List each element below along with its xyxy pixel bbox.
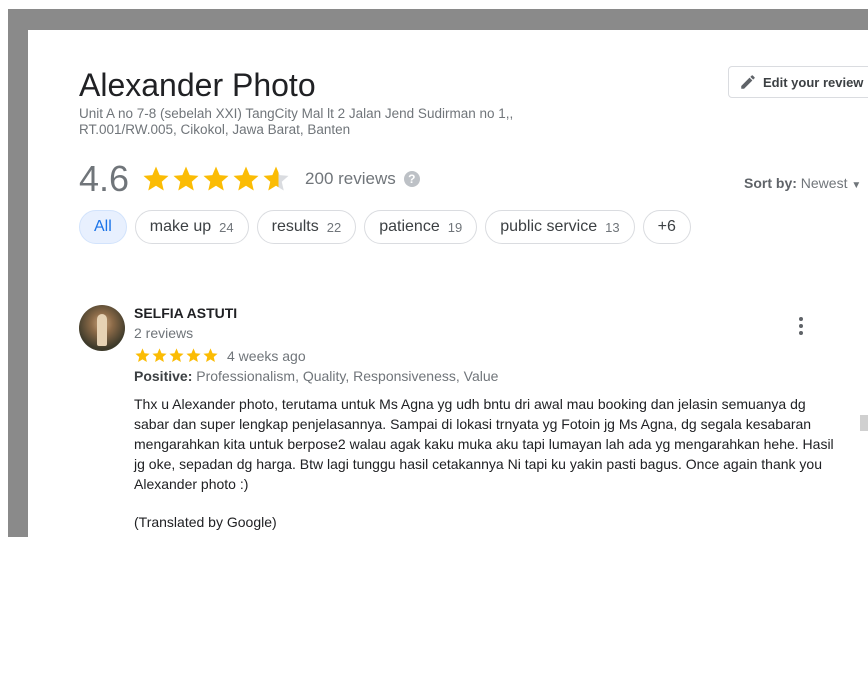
positive-label: Positive: — [134, 368, 193, 384]
chip-patience[interactable]: patience 19 — [364, 210, 478, 244]
chip-label: make up — [149, 218, 212, 235]
topic-chips: All make up 24 results 22 patience 19 pu… — [79, 210, 699, 244]
review-text: Thx u Alexander photo, terutama untuk Ms… — [134, 396, 834, 492]
reviewer-name[interactable]: SELFIA ASTUTI — [134, 305, 834, 321]
rating-star-icon — [233, 166, 259, 191]
chip-count: 22 — [326, 219, 342, 235]
reviewer-review-count[interactable]: 2 reviews — [134, 325, 834, 341]
chip-make-up[interactable]: make up 24 — [134, 210, 249, 244]
review-star-icon — [203, 348, 218, 363]
avatar-figure — [97, 314, 107, 346]
chip-public-service[interactable]: public service 13 — [485, 210, 635, 244]
chip-count: 19 — [447, 219, 463, 235]
review-star-icon — [169, 348, 184, 363]
review-content: SELFIA ASTUTI 2 reviews 4 weeks ago Posi… — [134, 303, 834, 530]
chip-results[interactable]: results 22 — [256, 210, 357, 244]
review-time: 4 weeks ago — [227, 347, 306, 364]
rating-stars — [141, 164, 291, 194]
rating-summary: 4.6 200 reviews ? — [79, 158, 420, 200]
chip-count: 13 — [605, 219, 620, 235]
rating-value: 4.6 — [79, 158, 130, 199]
chip-count: 24 — [219, 219, 234, 235]
reviews-count[interactable]: 200 reviews — [305, 169, 396, 189]
place-address: Unit A no 7-8 (sebelah XXI) TangCity Mal… — [79, 106, 514, 137]
chip-all[interactable]: All — [79, 210, 127, 244]
review-star-icon — [135, 348, 150, 363]
rating-star-icon — [143, 166, 169, 191]
scrollbar-thumb[interactable] — [860, 415, 868, 431]
chip-label: +6 — [657, 218, 676, 235]
rating-star-icon — [263, 166, 289, 191]
place-title: Alexander Photo — [79, 67, 316, 103]
sort-dropdown[interactable]: Sort by: Newest ▼ — [744, 175, 861, 191]
chip-label: patience — [379, 218, 440, 235]
sort-value: Newest — [800, 175, 848, 191]
chip-more[interactable]: +6 — [642, 210, 691, 244]
review-star-icon — [186, 348, 201, 363]
review-rating: 4 weeks ago — [134, 347, 834, 364]
translated-note: (Translated by Google) — [134, 514, 277, 530]
avatar[interactable] — [79, 305, 125, 351]
review-positive: Positive: Professionalism, Quality, Resp… — [134, 368, 834, 384]
edit-review-button[interactable]: Edit your review — [728, 66, 868, 98]
review-stars — [134, 347, 219, 364]
more-vert-icon[interactable] — [798, 315, 804, 336]
chip-label: results — [271, 218, 319, 235]
reviews-panel: Alexander Photo Unit A no 7-8 (sebelah X… — [28, 30, 868, 537]
help-icon[interactable]: ? — [403, 171, 420, 187]
sort-label: Sort by: — [744, 175, 797, 191]
chip-label: All — [94, 218, 112, 235]
edit-review-label: Edit your review — [763, 74, 864, 90]
review-star-icon — [152, 348, 167, 363]
pencil-icon — [741, 75, 755, 89]
rating-star-icon — [173, 166, 199, 191]
positive-values: Professionalism, Quality, Responsiveness… — [196, 368, 499, 384]
dropdown-arrow-icon: ▼ — [851, 180, 862, 191]
rating-star-icon — [203, 166, 229, 191]
chip-label: public service — [500, 218, 598, 235]
